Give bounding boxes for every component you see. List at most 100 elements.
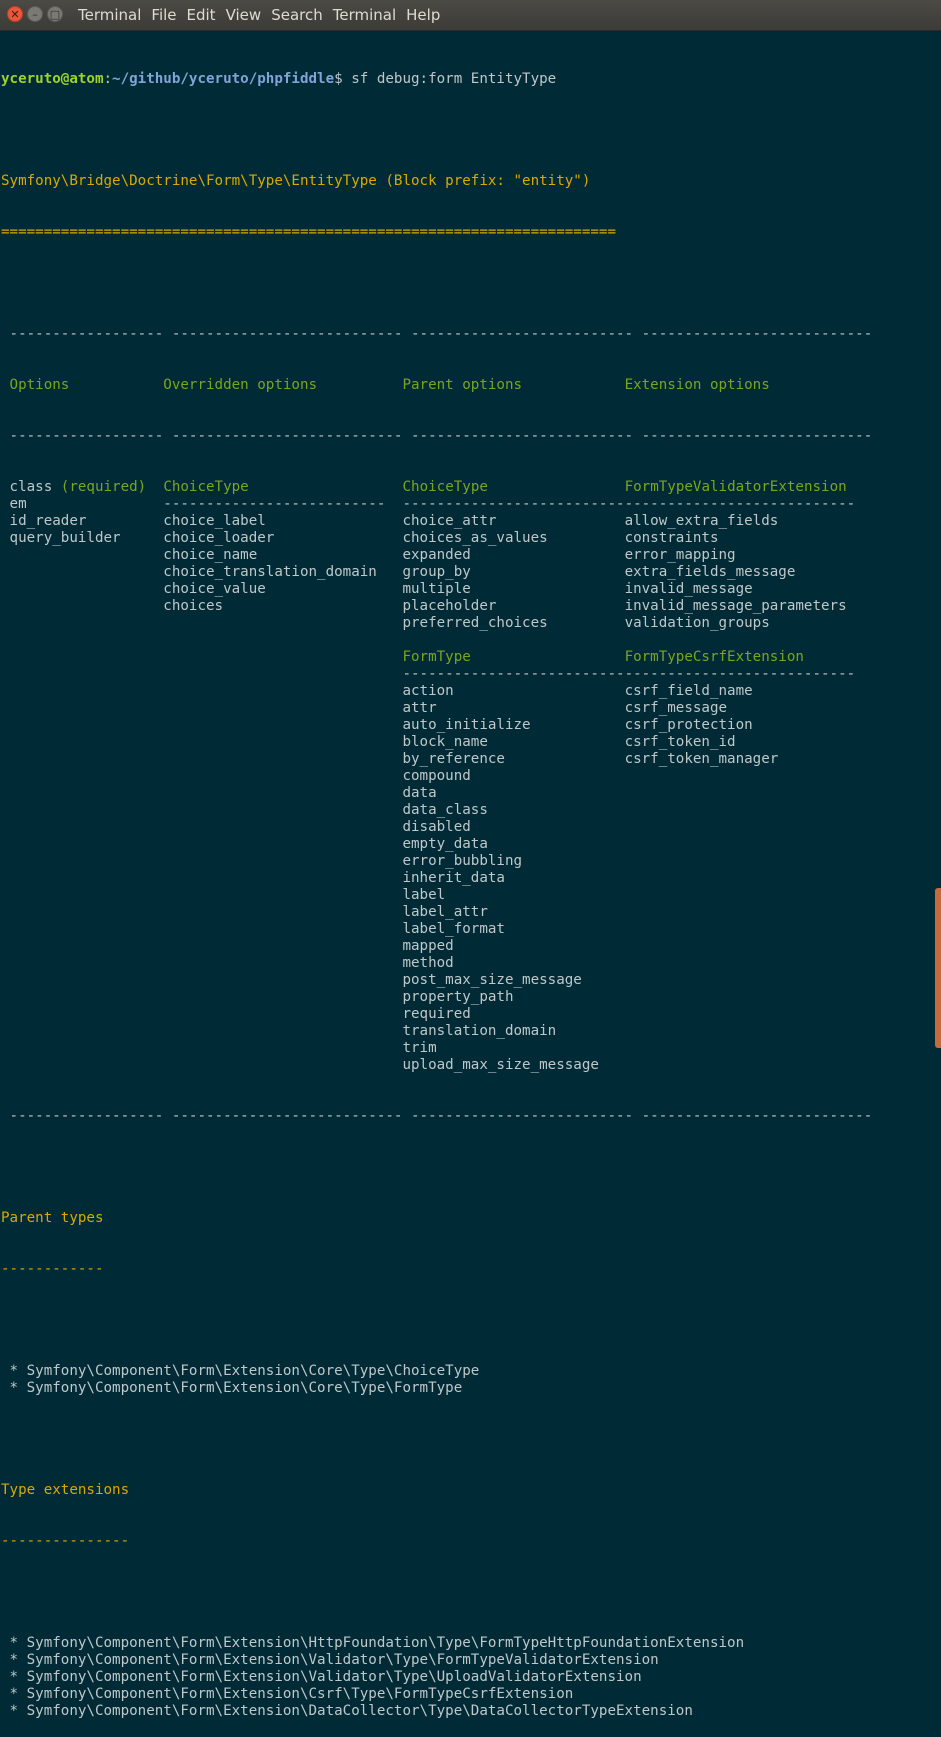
table-cell: ChoiceType — [163, 479, 403, 495]
table-row: choice_translation_domain group_by extra… — [1, 564, 872, 581]
table-cell: by_reference — [402, 751, 625, 767]
table-cell: label — [402, 887, 625, 903]
table-cell — [163, 751, 402, 767]
header-extension-options: Extension options — [624, 377, 856, 393]
table-cell — [10, 819, 164, 835]
table-cell — [10, 853, 164, 869]
table-cell: data_class — [402, 802, 625, 818]
menu-edit[interactable]: Edit — [187, 6, 216, 24]
table-cell: csrf_field_name — [624, 683, 856, 699]
form-heading: Symfony\Bridge\Doctrine\Form\Type\Entity… — [1, 173, 591, 189]
table-cell — [10, 921, 164, 937]
table-cell: upload_max_size_message — [402, 1057, 625, 1073]
table-cell: -------------------------- — [163, 496, 403, 512]
table-cell — [10, 1057, 164, 1073]
table-cell: query_builder — [9, 530, 164, 546]
menu-terminal-title[interactable]: Terminal — [78, 6, 141, 24]
table-cell — [163, 853, 402, 869]
table-border-top: ------------------ ---------------------… — [1, 326, 873, 342]
table-cell: inherit_data — [402, 870, 625, 886]
table-cell — [625, 632, 856, 648]
table-row: translation_domain — [1, 1023, 872, 1040]
table-cell — [625, 836, 856, 852]
table-cell — [625, 921, 856, 937]
table-cell — [10, 717, 164, 733]
table-row: preferred_choices validation_groups — [1, 615, 872, 632]
table-cell: choice_value — [163, 581, 403, 597]
table-row: ----------------------------------------… — [1, 666, 872, 683]
table-cell — [10, 802, 164, 818]
table-cell: action — [402, 683, 625, 699]
table-cell — [10, 615, 164, 631]
minimize-icon[interactable]: – — [27, 6, 43, 22]
table-cell — [163, 785, 402, 801]
table-cell — [163, 1057, 402, 1073]
parent-types-underline: ------------ — [1, 1261, 104, 1277]
table-row: data — [1, 785, 872, 802]
table-cell — [625, 785, 856, 801]
table-border-bottom: ------------------ ---------------------… — [1, 1108, 873, 1124]
menu-terminal[interactable]: Terminal — [333, 6, 396, 24]
terminal-output[interactable]: yceruto@atom:~/github/yceruto/phpfiddle$… — [1, 37, 872, 1737]
table-cell: choice_label — [163, 513, 403, 529]
table-cell: choices — [163, 598, 403, 614]
table-cell: trim — [402, 1040, 625, 1056]
table-cell — [163, 666, 402, 682]
table-cell — [163, 938, 402, 954]
table-cell: empty_data — [402, 836, 625, 852]
table-cell — [10, 547, 164, 563]
table-cell: property_path — [402, 989, 625, 1005]
close-icon[interactable]: ✕ — [7, 6, 23, 22]
table-cell — [10, 649, 164, 665]
table-cell: em — [9, 496, 164, 512]
menu-search[interactable]: Search — [271, 6, 323, 24]
table-cell — [10, 768, 164, 784]
table-cell: FormType — [402, 649, 625, 665]
table-cell: preferred_choices — [402, 615, 625, 631]
table-row: error_bubbling — [1, 853, 872, 870]
menu-view[interactable]: View — [226, 6, 262, 24]
table-cell: placeholder — [402, 598, 625, 614]
table-cell: --------------------------- — [624, 496, 856, 512]
table-cell — [10, 683, 164, 699]
table-cell: translation_domain — [402, 1023, 625, 1039]
table-cell — [10, 581, 164, 597]
table-cell: FormTypeCsrfExtension — [624, 649, 856, 665]
prompt-line: yceruto@atom:~/github/yceruto/phpfiddle$… — [1, 71, 557, 87]
table-row: query_builder choice_loader choices_as_v… — [1, 530, 872, 547]
menu-file[interactable]: File — [151, 6, 176, 24]
parent-type-item: * Symfony\Component\Form\Extension\Core\… — [1, 1363, 480, 1379]
prompt-user-host: yceruto@atom — [1, 71, 104, 87]
table-row: method — [1, 955, 872, 972]
scrollbar-thumb[interactable] — [935, 888, 941, 1048]
menubar: Terminal File Edit View Search Terminal … — [78, 6, 450, 24]
table-cell: expanded — [402, 547, 625, 563]
maximize-icon[interactable]: □ — [47, 6, 63, 22]
required-marker: (required) — [52, 479, 164, 495]
menu-help[interactable]: Help — [406, 6, 440, 24]
table-cell — [10, 887, 164, 903]
header-overridden-options: Overridden options — [163, 377, 403, 393]
table-cell — [402, 632, 624, 648]
table-cell — [163, 904, 402, 920]
table-cell — [163, 972, 402, 988]
table-cell — [625, 802, 856, 818]
table-row: disabled — [1, 819, 872, 836]
table-cell — [10, 938, 164, 954]
table-cell: block_name — [402, 734, 625, 750]
table-row — [1, 632, 872, 649]
type-extensions-underline: --------------- — [1, 1533, 130, 1549]
table-cell — [625, 1040, 856, 1056]
table-cell: post_max_size_message — [402, 972, 625, 988]
table-row: class (required) ChoiceType ChoiceType F… — [1, 479, 872, 496]
table-cell — [163, 921, 402, 937]
table-cell: choices_as_values — [402, 530, 625, 546]
table-cell — [10, 1023, 164, 1039]
table-cell: data — [402, 785, 625, 801]
table-row: post_max_size_message — [1, 972, 872, 989]
type-extension-item: * Symfony\Component\Form\Extension\Csrf\… — [1, 1686, 574, 1702]
table-cell — [10, 751, 164, 767]
table-cell: --------------------------- — [624, 666, 856, 682]
table-cell: error_bubbling — [402, 853, 625, 869]
table-cell — [625, 955, 856, 971]
